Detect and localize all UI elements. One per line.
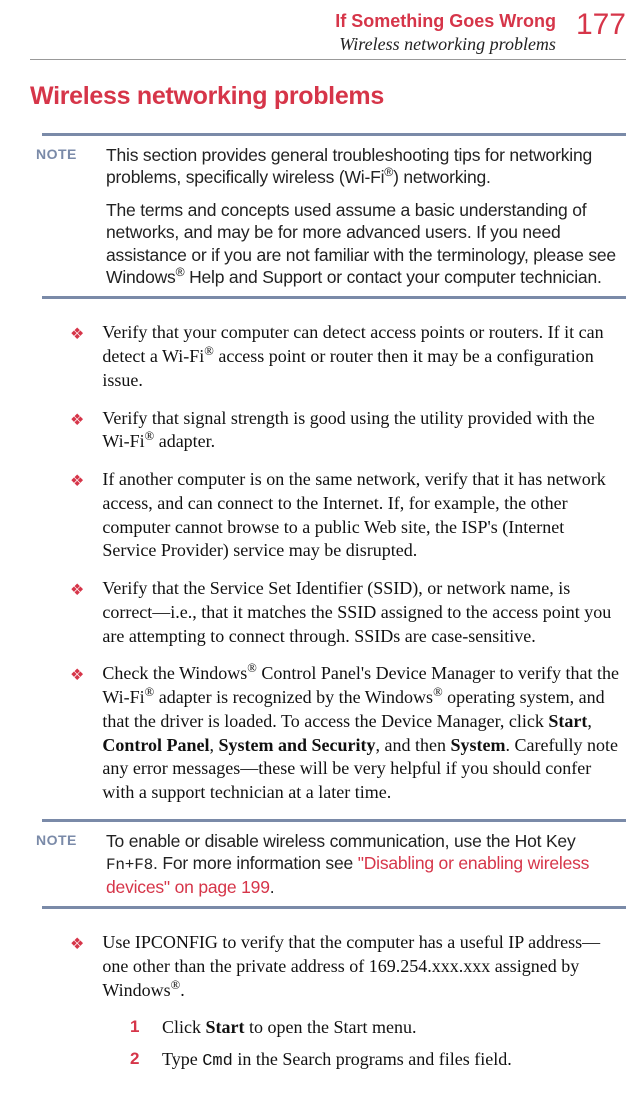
list-item: ❖ Verify that signal strength is good usi… [70,407,620,455]
note-label: NOTE [36,144,84,162]
page-header: If Something Goes Wrong Wireless network… [30,10,626,55]
section-subtitle: Wireless networking problems [335,33,556,56]
chapter-title: If Something Goes Wrong [335,10,556,33]
list-item-text: Verify that signal strength is good usin… [102,407,620,455]
bullet-icon: ❖ [70,321,84,345]
note-paragraph: To enable or disable wireless communicat… [106,830,626,898]
page-number: 177 [576,10,626,40]
section-heading: Wireless networking problems [30,82,626,111]
note-block-2: NOTE To enable or disable wireless commu… [36,819,626,909]
list-item-text: If another computer is on the same netwo… [102,468,620,563]
note-rule-bottom [42,906,626,909]
step-item: 2 Type Cmd in the Search programs and fil… [130,1048,620,1073]
list-item-text: Check the Windows® Control Panel's Devic… [102,662,620,805]
note-body: This section provides general troublesho… [106,144,626,288]
step-text: Click Start to open the Start menu. [162,1016,620,1040]
note-block-1: NOTE This section provides general troub… [36,133,626,299]
header-rule [30,59,626,60]
step-item: 1 Click Start to open the Start menu. [130,1016,620,1040]
bullet-icon: ❖ [70,407,84,431]
list-item-text: Use IPCONFIG to verify that the computer… [102,931,620,1002]
list-item: ❖ If another computer is on the same netw… [70,468,620,563]
list-item: ❖ Check the Windows® Control Panel's Devi… [70,662,620,805]
note-paragraph: The terms and concepts used assume a bas… [106,199,626,289]
note-label: NOTE [36,830,84,848]
note-body: To enable or disable wireless communicat… [106,830,626,898]
bullet-list-1: ❖ Verify that your computer can detect ac… [70,321,620,805]
bullet-icon: ❖ [70,931,84,955]
note-paragraph: This section provides general troublesho… [106,144,626,189]
list-item-text: Verify that your computer can detect acc… [102,321,620,392]
bullet-icon: ❖ [70,577,84,601]
step-number: 2 [130,1048,144,1070]
list-item-text: Verify that the Service Set Identifier (… [102,577,620,648]
note-rule-bottom [42,296,626,299]
step-number: 1 [130,1016,144,1038]
list-item: ❖ Use IPCONFIG to verify that the compute… [70,931,620,1002]
list-item: ❖ Verify that your computer can detect ac… [70,321,620,392]
step-text: Type Cmd in the Search programs and file… [162,1048,620,1073]
bullet-list-2: ❖ Use IPCONFIG to verify that the compute… [70,931,620,1002]
header-text-block: If Something Goes Wrong Wireless network… [335,10,556,55]
list-item: ❖ Verify that the Service Set Identifier … [70,577,620,648]
bullet-icon: ❖ [70,468,84,492]
ordered-steps: 1 Click Start to open the Start menu. 2 Typ… [130,1016,620,1073]
bullet-icon: ❖ [70,662,84,686]
